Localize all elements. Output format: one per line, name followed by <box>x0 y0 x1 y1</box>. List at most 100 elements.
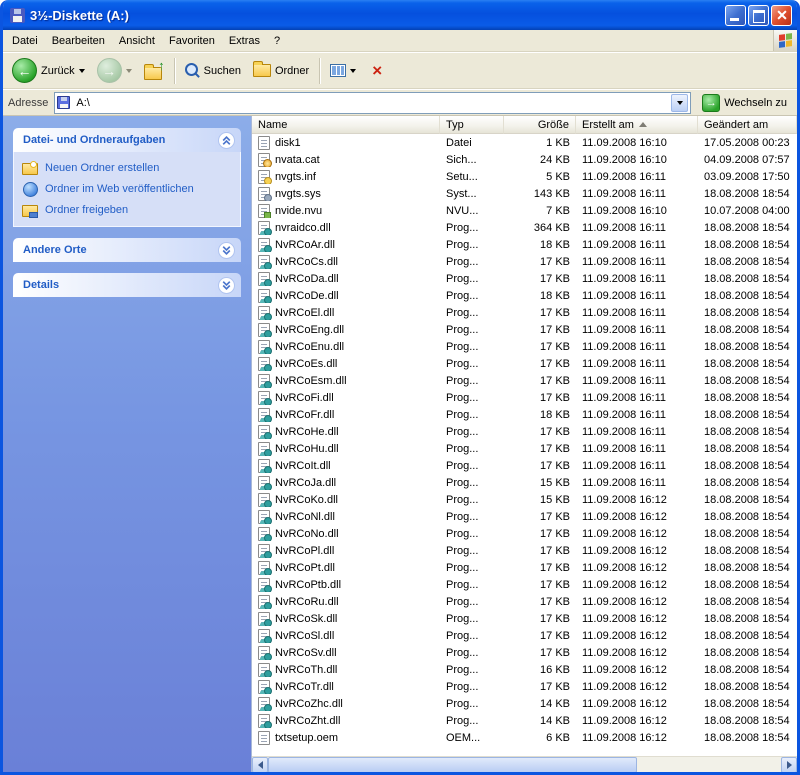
horizontal-scrollbar[interactable] <box>252 756 797 772</box>
menu-item-3[interactable]: Favoriten <box>162 32 222 50</box>
menu-item-0[interactable]: Datei <box>5 32 45 50</box>
table-row[interactable]: NvRCoFi.dll Prog... 17 KB 11.09.2008 16:11 1… <box>252 389 797 406</box>
file-name-cell: NvRCoNo.dll <box>252 526 440 541</box>
chevron-up-icon[interactable] <box>218 131 235 149</box>
table-row[interactable]: NvRCoEnu.dll Prog... 17 KB 11.09.2008 16:11… <box>252 338 797 355</box>
minimize-button[interactable] <box>725 4 746 26</box>
scrollbar-thumb[interactable] <box>268 757 638 772</box>
file-type: Prog... <box>446 459 479 472</box>
file-created: 11.09.2008 16:12 <box>582 731 667 744</box>
table-row[interactable]: NvRCoPl.dll Prog... 17 KB 11.09.2008 16:12 1… <box>252 542 797 559</box>
table-row[interactable]: nvata.cat Sich... 24 KB 11.09.2008 16:10 04.… <box>252 151 797 168</box>
file-name-cell: NvRCoDe.dll <box>252 288 440 303</box>
table-row[interactable]: NvRCoTh.dll Prog... 16 KB 11.09.2008 16:12 1… <box>252 661 797 678</box>
panel-header-2[interactable]: Details <box>13 273 241 297</box>
table-row[interactable]: NvRCoEng.dll Prog... 17 KB 11.09.2008 16:11… <box>252 321 797 338</box>
scroll-right-button[interactable] <box>781 757 797 772</box>
views-button[interactable] <box>325 61 361 80</box>
table-row[interactable]: NvRCoCs.dll Prog... 17 KB 11.09.2008 16:11 1… <box>252 253 797 270</box>
task-item[interactable]: Ordner freigeben <box>22 203 232 218</box>
file-name-cell: NvRCoNl.dll <box>252 509 440 524</box>
file-size: 17 KB <box>540 272 570 285</box>
maximize-button[interactable] <box>748 4 769 26</box>
table-row[interactable]: NvRCoJa.dll Prog... 15 KB 11.09.2008 16:11 1… <box>252 474 797 491</box>
table-row[interactable]: NvRCoAr.dll Prog... 18 KB 11.09.2008 16:11 1… <box>252 236 797 253</box>
table-row[interactable]: NvRCoNl.dll Prog... 17 KB 11.09.2008 16:12 1… <box>252 508 797 525</box>
table-row[interactable]: nvraidco.dll Prog... 364 KB 11.09.2008 16:1… <box>252 219 797 236</box>
file-created: 11.09.2008 16:10 <box>582 153 667 166</box>
search-button[interactable]: Suchen <box>180 60 246 81</box>
table-row[interactable]: txtsetup.oem OEM... 6 KB 11.09.2008 16:12 18… <box>252 729 797 746</box>
up-button[interactable]: ↑ <box>139 59 169 83</box>
table-row[interactable]: NvRCoTr.dll Prog... 17 KB 11.09.2008 16:12 1… <box>252 678 797 695</box>
column-header-3[interactable]: Erstellt am <box>576 116 698 134</box>
table-row[interactable]: NvRCoPt.dll Prog... 17 KB 11.09.2008 16:12 1… <box>252 559 797 576</box>
file-size: 17 KB <box>540 255 570 268</box>
address-dropdown-button[interactable] <box>671 93 689 112</box>
table-row[interactable]: NvRCoEs.dll Prog... 17 KB 11.09.2008 16:11 1… <box>252 355 797 372</box>
address-input[interactable] <box>74 96 668 109</box>
file-modified: 18.08.2008 18:54 <box>704 391 790 404</box>
go-button[interactable]: → Wechseln zu <box>697 92 792 114</box>
table-row[interactable]: disk1 Datei 1 KB 11.09.2008 16:10 17.05.2008… <box>252 134 797 151</box>
close-button[interactable] <box>771 4 792 26</box>
table-row[interactable]: NvRCoDa.dll Prog... 17 KB 11.09.2008 16:11 1… <box>252 270 797 287</box>
menu-item-2[interactable]: Ansicht <box>112 32 162 50</box>
panel-header-1[interactable]: Andere Orte <box>13 238 241 262</box>
file-size: 7 KB <box>546 204 570 217</box>
table-row[interactable]: NvRCoSv.dll Prog... 17 KB 11.09.2008 16:12 1… <box>252 644 797 661</box>
scroll-left-button[interactable] <box>252 757 268 772</box>
column-header-1[interactable]: Typ <box>440 116 504 134</box>
table-row[interactable]: NvRCoFr.dll Prog... 18 KB 11.09.2008 16:11 1… <box>252 406 797 423</box>
task-item[interactable]: Neuen Ordner erstellen <box>22 161 232 175</box>
table-row[interactable]: NvRCoSl.dll Prog... 17 KB 11.09.2008 16:12 1… <box>252 627 797 644</box>
file-type: Prog... <box>446 476 479 489</box>
file-modified: 18.08.2008 18:54 <box>704 408 790 421</box>
back-button[interactable]: ← Zurück <box>7 55 90 86</box>
table-row[interactable]: NvRCoZht.dll Prog... 14 KB 11.09.2008 16:12… <box>252 712 797 729</box>
file-size: 14 KB <box>540 714 570 727</box>
sidebar-panel-2: Details <box>13 273 241 297</box>
floppy-drive-icon <box>57 96 71 109</box>
file-name-cell: NvRCoHe.dll <box>252 424 440 439</box>
table-row[interactable]: NvRCoEl.dll Prog... 17 KB 11.09.2008 16:11 1… <box>252 304 797 321</box>
table-row[interactable]: NvRCoRu.dll Prog... 17 KB 11.09.2008 16:12 1… <box>252 593 797 610</box>
menu-item-4[interactable]: Extras <box>222 32 267 50</box>
table-row[interactable]: NvRCoHu.dll Prog... 17 KB 11.09.2008 16:11 1… <box>252 440 797 457</box>
table-row[interactable]: nvide.nvu NVU... 7 KB 11.09.2008 16:10 10.07… <box>252 202 797 219</box>
title-bar: 3½-Diskette (A:) <box>3 0 797 30</box>
panel-header-0[interactable]: Datei- und Ordneraufgaben <box>13 128 241 152</box>
table-row[interactable]: NvRCoEsm.dll Prog... 17 KB 11.09.2008 16:11… <box>252 372 797 389</box>
file-created: 11.09.2008 16:12 <box>582 527 667 540</box>
dll-file-icon <box>258 407 272 422</box>
table-row[interactable]: NvRCoNo.dll Prog... 17 KB 11.09.2008 16:12 1… <box>252 525 797 542</box>
column-header-0[interactable]: Name <box>252 116 440 134</box>
table-row[interactable]: NvRCoSk.dll Prog... 17 KB 11.09.2008 16:12 1… <box>252 610 797 627</box>
file-modified: 18.08.2008 18:54 <box>704 340 790 353</box>
file-name-cell: NvRCoTr.dll <box>252 679 440 694</box>
folders-button[interactable]: Ordner <box>248 61 314 80</box>
file-name: NvRCoFr.dll <box>275 408 335 421</box>
table-row[interactable]: NvRCoPtb.dll Prog... 17 KB 11.09.2008 16:12… <box>252 576 797 593</box>
table-row[interactable]: NvRCoDe.dll Prog... 18 KB 11.09.2008 16:11 1… <box>252 287 797 304</box>
forward-button[interactable]: → <box>92 55 137 86</box>
file-name: NvRCoNl.dll <box>275 510 335 523</box>
column-header-2[interactable]: Größe <box>504 116 576 134</box>
table-row[interactable]: nvgts.sys Syst... 143 KB 11.09.2008 16:11 18… <box>252 185 797 202</box>
menu-item-5[interactable]: ? <box>267 32 287 50</box>
column-header-4[interactable]: Geändert am <box>698 116 797 134</box>
table-row[interactable]: NvRCoIt.dll Prog... 17 KB 11.09.2008 16:11 1… <box>252 457 797 474</box>
table-row[interactable]: NvRCoKo.dll Prog... 15 KB 11.09.2008 16:12 1… <box>252 491 797 508</box>
table-row[interactable]: nvgts.inf Setu... 5 KB 11.09.2008 16:11 03.0… <box>252 168 797 185</box>
delete-button[interactable]: × <box>363 59 391 82</box>
table-row[interactable]: NvRCoHe.dll Prog... 17 KB 11.09.2008 16:11 1… <box>252 423 797 440</box>
table-row[interactable]: NvRCoZhc.dll Prog... 14 KB 11.09.2008 16:12… <box>252 695 797 712</box>
file-size: 16 KB <box>540 663 570 676</box>
chevron-down-icon[interactable] <box>218 241 235 259</box>
chevron-down-icon[interactable] <box>218 276 235 294</box>
file-type: Sich... <box>446 153 477 166</box>
menu-item-1[interactable]: Bearbeiten <box>45 32 112 50</box>
scrollbar-track[interactable] <box>268 757 781 772</box>
file-size: 18 KB <box>540 408 570 421</box>
task-item[interactable]: Ordner im Web veröffentlichen <box>22 182 232 197</box>
